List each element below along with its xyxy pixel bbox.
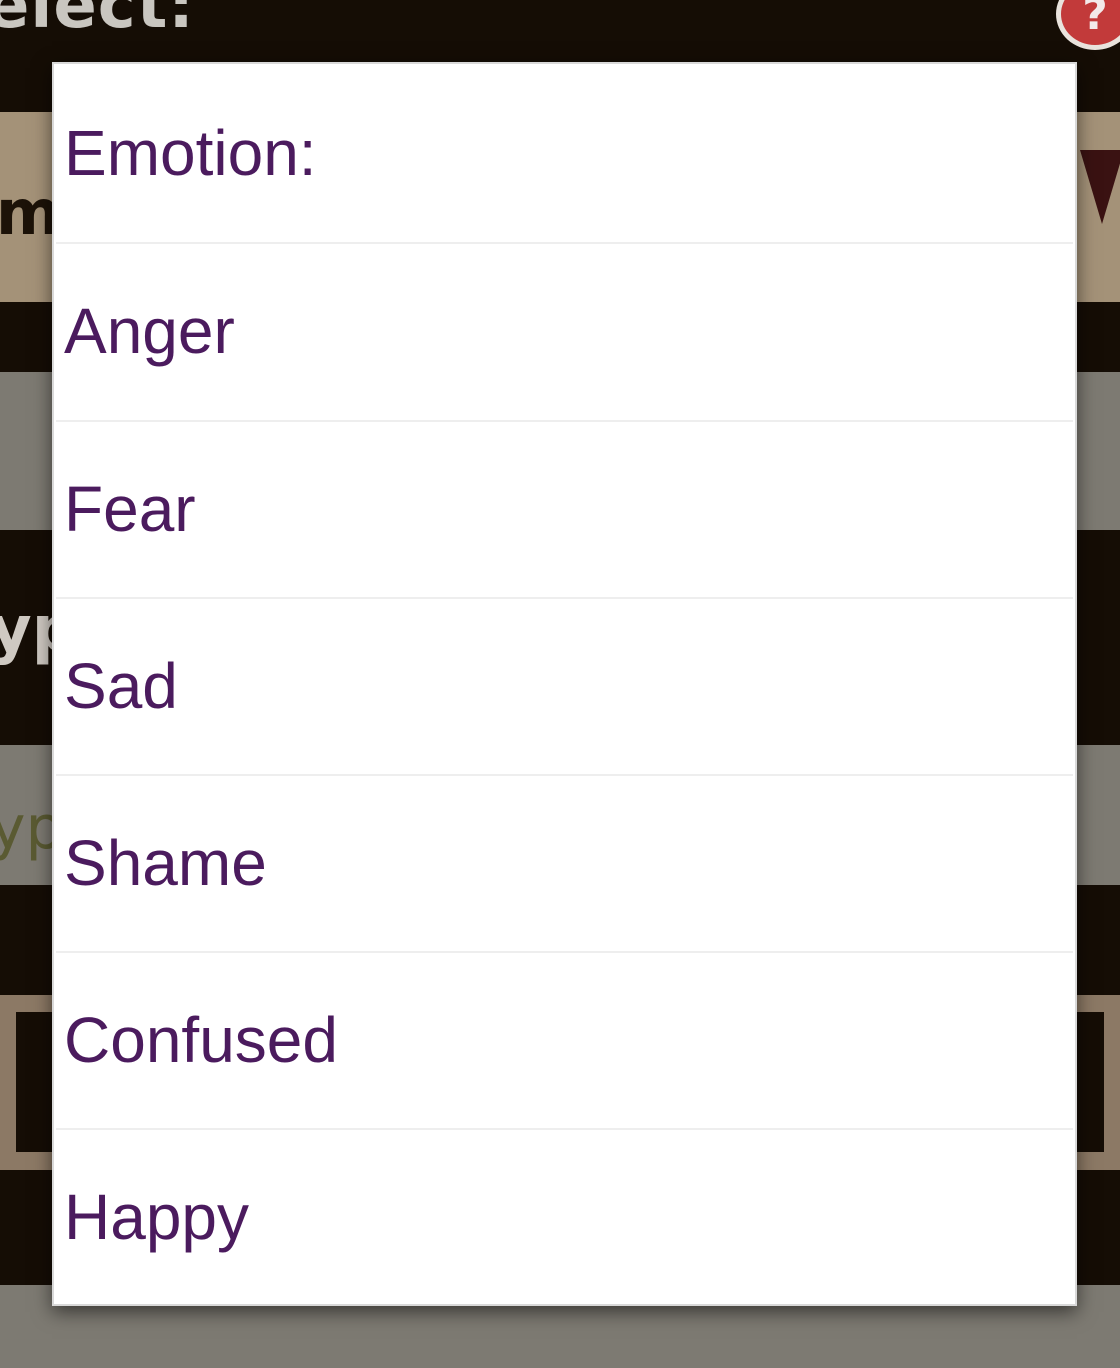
option-fear[interactable]: Fear	[54, 420, 1075, 597]
option-sad[interactable]: Sad	[54, 597, 1075, 774]
bg-button-right	[1074, 1012, 1104, 1152]
option-label: Anger	[64, 294, 235, 367]
option-happy[interactable]: Happy	[54, 1128, 1075, 1305]
bg-dropdown-arrow	[1080, 150, 1120, 224]
emotion-select-dialog: Emotion: Anger Fear Sad Shame Confused H…	[52, 62, 1077, 1306]
option-label: Shame	[64, 826, 267, 899]
option-label: Emotion:	[64, 116, 317, 189]
option-label: Confused	[64, 1003, 338, 1076]
option-confused[interactable]: Confused	[54, 951, 1075, 1128]
option-emotion-header[interactable]: Emotion:	[54, 64, 1075, 241]
bg-button-left	[16, 1012, 56, 1152]
option-anger[interactable]: Anger	[54, 242, 1075, 419]
option-shame[interactable]: Shame	[54, 774, 1075, 951]
option-label: Sad	[64, 649, 178, 722]
bg-header-title: elect:	[0, 0, 195, 43]
option-label: Happy	[64, 1180, 249, 1253]
option-label: Fear	[64, 472, 196, 545]
